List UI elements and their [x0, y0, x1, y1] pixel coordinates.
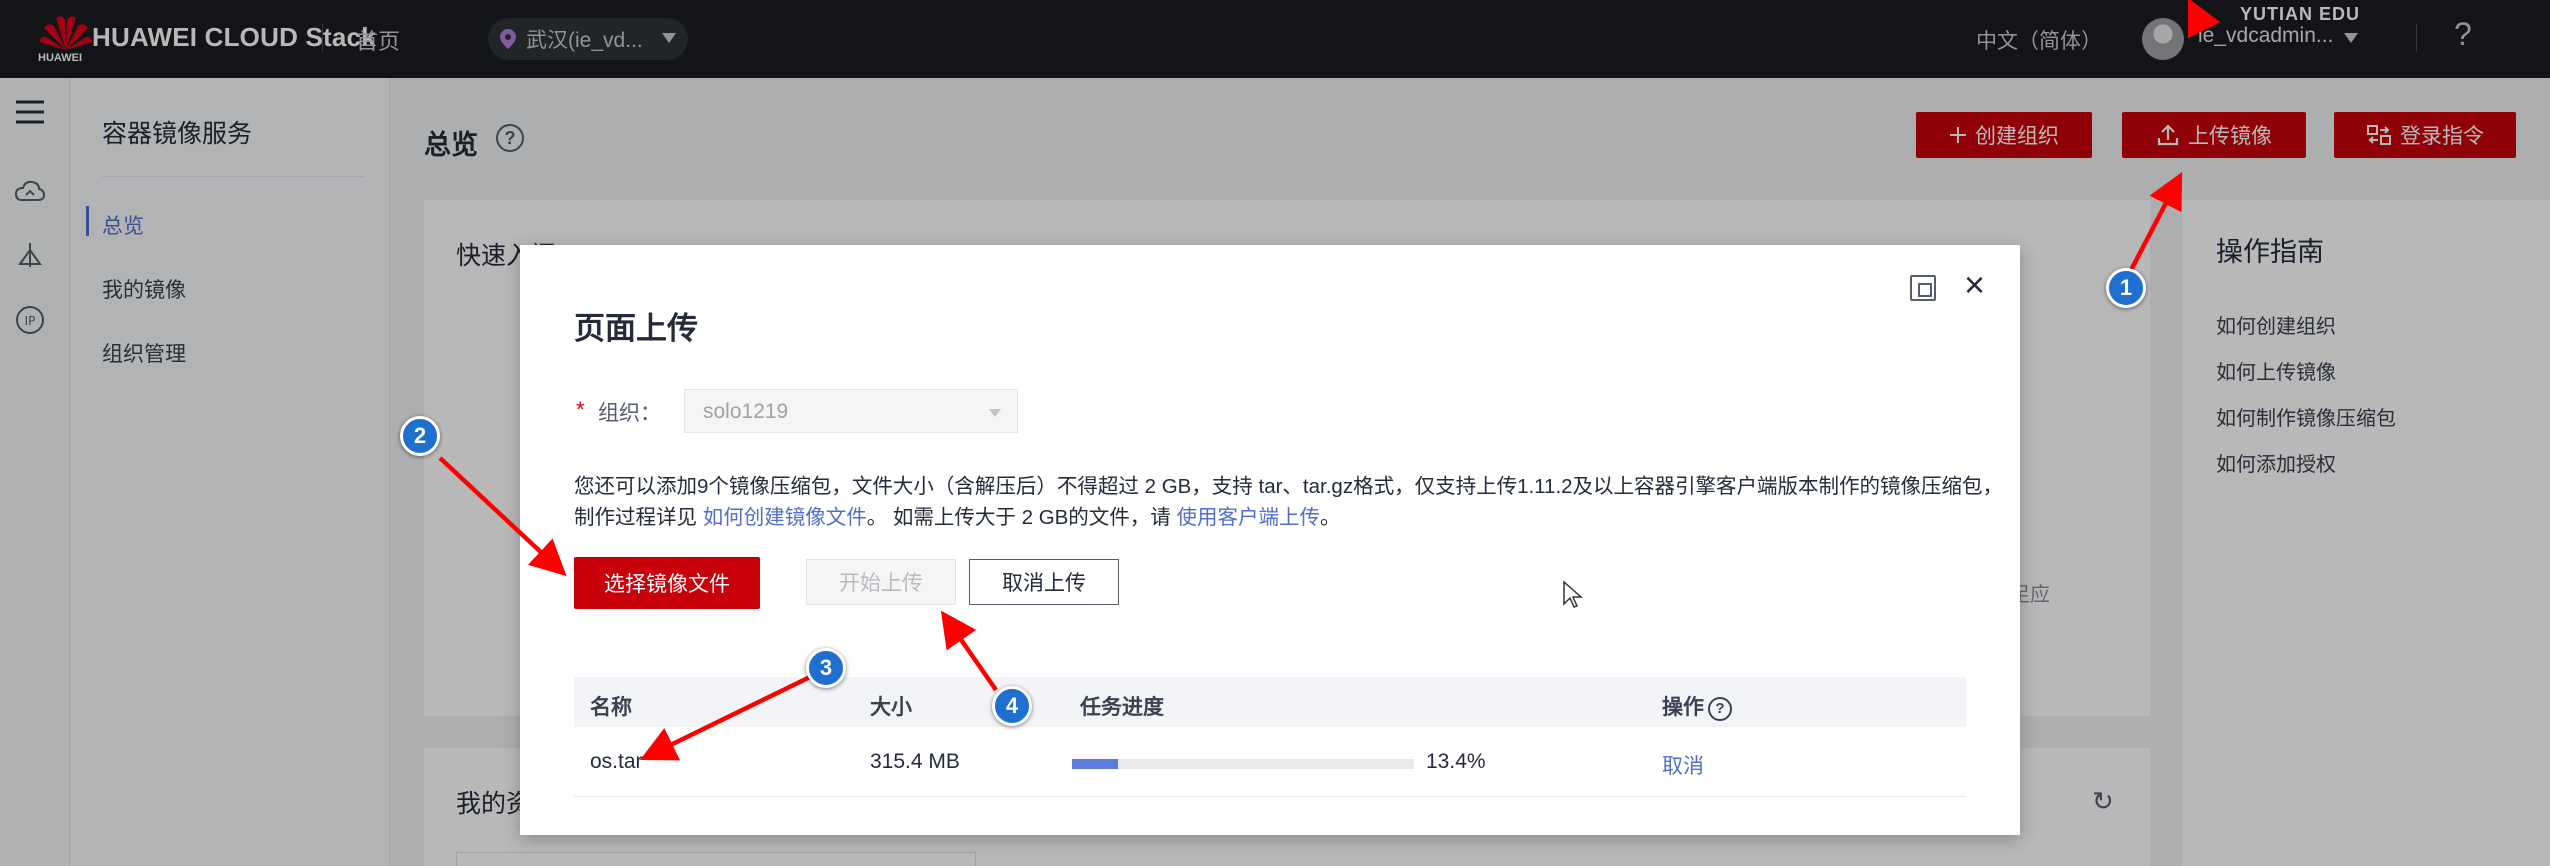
step-badge-2: 2 — [400, 416, 440, 456]
step-badge-1: 1 — [2106, 268, 2146, 308]
mouse-cursor-icon — [1563, 580, 1583, 608]
step-badge-3: 3 — [806, 648, 846, 688]
annotation-arrow — [438, 456, 567, 577]
annotation-arrow — [2187, 0, 2221, 39]
annotation-arrow — [940, 610, 998, 692]
step-badge-4: 4 — [992, 686, 1032, 726]
annotation-arrow — [2128, 172, 2183, 274]
annotation-arrow — [639, 673, 813, 761]
annotation-layer — [438, 0, 2221, 761]
